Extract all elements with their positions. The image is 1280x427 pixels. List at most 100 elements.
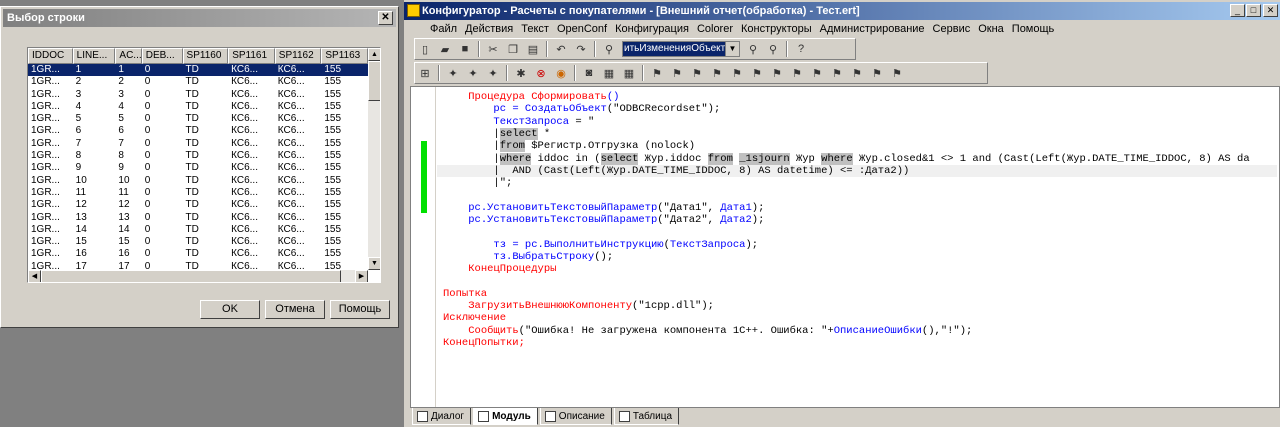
- debug-5-icon[interactable]: ⚑: [729, 65, 745, 81]
- table-row[interactable]: 1GR... 6 6 0 TD КС6... КС6... 155: [28, 125, 368, 137]
- tool-3-icon[interactable]: ✦: [485, 65, 501, 81]
- save-icon[interactable]: ■: [457, 41, 473, 57]
- code-editor[interactable]: Процедура Сформировать() рс = СоздатьОбъ…: [410, 86, 1280, 408]
- debug-3-icon[interactable]: ⚑: [689, 65, 705, 81]
- find-prev-icon[interactable]: ⚲: [765, 41, 781, 57]
- tool-7-icon[interactable]: ▦: [621, 65, 637, 81]
- menu-item[interactable]: Конфигурация: [611, 23, 693, 35]
- tab-table[interactable]: Таблица: [613, 408, 680, 425]
- debug-7-icon[interactable]: ⚑: [769, 65, 785, 81]
- scroll-left-icon[interactable]: ◀: [28, 270, 41, 282]
- records-grid[interactable]: IDDOC LINE... AC... DEB... SP1160 SP1161 SP116…: [27, 47, 381, 283]
- column-header[interactable]: AC...: [115, 48, 142, 64]
- paste-icon[interactable]: ▤: [525, 41, 541, 57]
- ok-button[interactable]: OK: [200, 300, 260, 319]
- column-header[interactable]: SP1162: [274, 48, 322, 64]
- scroll-right-icon[interactable]: ▶: [355, 270, 368, 282]
- menu-item[interactable]: Помощь: [1008, 23, 1059, 35]
- cancel-button[interactable]: Отмена: [265, 300, 325, 319]
- menu-item[interactable]: Действия: [461, 23, 517, 35]
- table-row[interactable]: 1GR... 1 1 0 TD КС6... КС6... 155: [28, 64, 368, 77]
- table-row[interactable]: 1GR... 9 9 0 TD КС6... КС6... 155: [28, 162, 368, 174]
- table-row[interactable]: 1GR... 7 7 0 TD КС6... КС6... 155: [28, 138, 368, 150]
- table-row[interactable]: 1GR... 17 17 0 TD КС6... КС6... 155: [28, 261, 368, 270]
- tree-icon[interactable]: ⊞: [417, 65, 433, 81]
- column-header[interactable]: SP1160: [182, 48, 229, 64]
- debug-6-icon[interactable]: ⚑: [749, 65, 765, 81]
- play-icon[interactable]: ◉: [553, 65, 569, 81]
- column-header[interactable]: DEB...: [141, 48, 183, 64]
- maximize-icon[interactable]: □: [1246, 4, 1261, 17]
- table-row[interactable]: 1GR... 2 2 0 TD КС6... КС6... 155: [28, 76, 368, 88]
- new-file-icon[interactable]: ▯: [417, 41, 433, 57]
- menu-item[interactable]: Конструкторы: [737, 23, 816, 35]
- editor-gutter[interactable]: [411, 87, 436, 407]
- search-combo[interactable]: итьИзмененияОбъекта ▼: [622, 41, 740, 57]
- column-header[interactable]: LINE...: [72, 48, 116, 64]
- table-row[interactable]: 1GR... 8 8 0 TD КС6... КС6... 155: [28, 150, 368, 162]
- horizontal-scroll-thumb[interactable]: [41, 270, 341, 282]
- app-icon[interactable]: [407, 4, 420, 17]
- table-row[interactable]: 1GR... 15 15 0 TD КС6... КС6... 155: [28, 236, 368, 248]
- menu-item[interactable]: Администрирование: [816, 23, 929, 35]
- column-header[interactable]: IDDOC: [28, 48, 73, 64]
- menu-item[interactable]: Текст: [517, 23, 553, 35]
- menu-item[interactable]: Сервис: [929, 23, 975, 35]
- tab-module[interactable]: Модуль: [473, 408, 538, 425]
- table-row[interactable]: 1GR... 14 14 0 TD КС6... КС6... 155: [28, 224, 368, 236]
- tool-4-icon[interactable]: ✱: [513, 65, 529, 81]
- debug-1-icon[interactable]: ⚑: [649, 65, 665, 81]
- minimize-icon[interactable]: _: [1230, 4, 1245, 17]
- table-row[interactable]: 1GR... 13 13 0 TD КС6... КС6... 155: [28, 212, 368, 224]
- debug-8-icon[interactable]: ⚑: [789, 65, 805, 81]
- debug-4-icon[interactable]: ⚑: [709, 65, 725, 81]
- debug-12-icon[interactable]: ⚑: [869, 65, 885, 81]
- close-icon[interactable]: ✕: [1263, 4, 1278, 17]
- debug-9-icon[interactable]: ⚑: [809, 65, 825, 81]
- tool-2-icon[interactable]: ✦: [465, 65, 481, 81]
- tool-6-icon[interactable]: ▦: [601, 65, 617, 81]
- open-file-icon[interactable]: ▰: [437, 41, 453, 57]
- debug-11-icon[interactable]: ⚑: [849, 65, 865, 81]
- table-cell: 155: [324, 88, 342, 100]
- tab-description[interactable]: Описание: [539, 408, 612, 425]
- scroll-down-icon[interactable]: ▼: [368, 257, 380, 270]
- column-header[interactable]: SP1163: [321, 48, 368, 64]
- menu-item[interactable]: Файл: [426, 23, 461, 35]
- menu-item[interactable]: OpenConf: [553, 23, 611, 35]
- help-icon[interactable]: ?: [793, 41, 809, 57]
- column-header[interactable]: SP1161: [228, 48, 275, 64]
- horizontal-scrollbar[interactable]: ◀ ▶: [28, 270, 368, 282]
- dialog-close-icon[interactable]: ✕: [378, 11, 393, 25]
- table-row[interactable]: 1GR... 4 4 0 TD КС6... КС6... 155: [28, 101, 368, 113]
- table-row[interactable]: 1GR... 12 12 0 TD КС6... КС6... 155: [28, 199, 368, 211]
- table-row[interactable]: 1GR... 5 5 0 TD КС6... КС6... 155: [28, 113, 368, 125]
- table-row[interactable]: 1GR... 3 3 0 TD КС6... КС6... 155: [28, 89, 368, 101]
- table-row[interactable]: 1GR... 10 10 0 TD КС6... КС6... 155: [28, 175, 368, 187]
- table-row[interactable]: 1GR... 16 16 0 TD КС6... КС6... 155: [28, 248, 368, 260]
- window-title-bar[interactable]: Конфигуратор - Расчеты с покупателями - …: [404, 2, 1280, 20]
- debug-13-icon[interactable]: ⚑: [889, 65, 905, 81]
- redo-icon[interactable]: ↷: [573, 41, 589, 57]
- copy-icon[interactable]: ❐: [505, 41, 521, 57]
- tool-1-icon[interactable]: ✦: [445, 65, 461, 81]
- vertical-scrollbar[interactable]: ▲ ▼: [368, 48, 380, 270]
- menu-item[interactable]: Окна: [974, 23, 1008, 35]
- tool-5-icon[interactable]: ◙: [581, 65, 597, 81]
- vertical-scroll-thumb[interactable]: [368, 61, 380, 101]
- cut-icon[interactable]: ✂: [485, 41, 501, 57]
- undo-icon[interactable]: ↶: [553, 41, 569, 57]
- find-next-icon[interactable]: ⚲: [745, 41, 761, 57]
- tab-dialog[interactable]: Диалог: [412, 408, 472, 425]
- find-icon[interactable]: ⚲: [601, 41, 617, 57]
- debug-10-icon[interactable]: ⚑: [829, 65, 845, 81]
- scroll-up-icon[interactable]: ▲: [368, 48, 380, 61]
- debug-2-icon[interactable]: ⚑: [669, 65, 685, 81]
- dialog-title-bar[interactable]: Выбор строки ✕: [3, 9, 396, 27]
- stop-icon[interactable]: ⊗: [533, 65, 549, 81]
- menu-item[interactable]: Colorer: [693, 23, 737, 35]
- table-row[interactable]: 1GR... 11 11 0 TD КС6... КС6... 155: [28, 187, 368, 199]
- chevron-down-icon[interactable]: ▼: [725, 42, 739, 56]
- help-button[interactable]: Помощь: [330, 300, 390, 319]
